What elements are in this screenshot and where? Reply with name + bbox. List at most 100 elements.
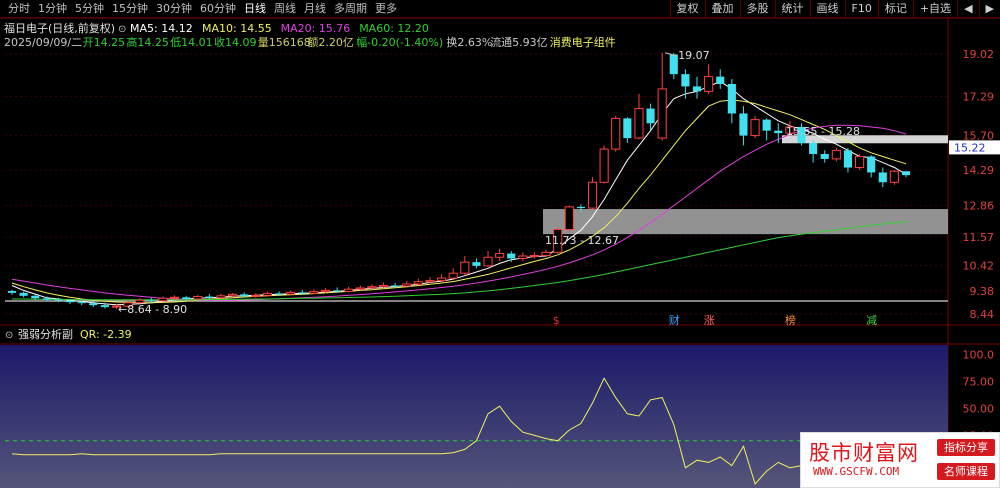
period-tab-7[interactable]: 周线 xyxy=(270,2,300,16)
candle-70[interactable] xyxy=(820,150,829,163)
candle-40[interactable] xyxy=(472,258,481,269)
toolbar-button-8[interactable]: ◀ xyxy=(957,0,978,18)
toolbar-button-3[interactable]: 统计 xyxy=(774,0,810,18)
candle-29[interactable] xyxy=(344,286,354,293)
price-axis-label-7: 9.38 xyxy=(970,285,995,298)
candle-51[interactable] xyxy=(599,145,609,184)
support-band xyxy=(543,209,948,235)
candle-52[interactable] xyxy=(611,115,621,152)
candlestick-series[interactable] xyxy=(7,52,911,310)
period-tab-8[interactable]: 月线 xyxy=(300,2,330,16)
candle-74[interactable] xyxy=(867,155,876,178)
candle-58[interactable] xyxy=(681,69,690,99)
period-tab-9[interactable]: 多周期 xyxy=(330,2,371,16)
candle-38[interactable] xyxy=(448,268,458,280)
toolbar-button-7[interactable]: +自选 xyxy=(912,0,957,18)
candle-body xyxy=(205,296,214,298)
candle-71[interactable] xyxy=(831,147,841,162)
candle-77[interactable] xyxy=(901,171,911,178)
candle-53[interactable] xyxy=(623,117,632,143)
period-tab-2[interactable]: 5分钟 xyxy=(71,2,108,16)
period-tab-10[interactable]: 更多 xyxy=(371,2,401,16)
candle-45[interactable] xyxy=(529,252,540,259)
event-marker-3[interactable]: 榜 xyxy=(785,313,796,327)
candle-50[interactable] xyxy=(587,177,598,210)
candle-13[interactable] xyxy=(158,296,168,302)
toolbar-button-2[interactable]: 多股 xyxy=(739,0,775,18)
chart-canvas[interactable]: $财涨榜减 20 19.0217.2915.7014.2912.8611.571… xyxy=(0,0,1000,488)
candle-62[interactable] xyxy=(727,79,736,124)
candle-65[interactable] xyxy=(762,118,771,141)
candle-63[interactable] xyxy=(739,106,748,146)
toolbar-button-4[interactable]: 画线 xyxy=(809,0,845,18)
candle-22[interactable] xyxy=(262,291,272,297)
candle-body xyxy=(704,76,714,92)
event-marker-1[interactable]: 财 xyxy=(669,313,680,327)
toolbar-button-1[interactable]: 叠加 xyxy=(704,0,740,18)
event-marker-0[interactable]: $ xyxy=(553,314,560,327)
event-marker-2[interactable]: 涨 xyxy=(704,314,715,327)
candle-body xyxy=(541,251,551,257)
candle-body xyxy=(425,280,435,283)
candle-60[interactable] xyxy=(704,64,714,94)
candle-44[interactable] xyxy=(518,252,528,261)
toolbar-button-9[interactable]: ▶ xyxy=(978,0,1000,18)
candle-27[interactable] xyxy=(320,287,331,293)
candle-body xyxy=(309,291,319,294)
candle-18[interactable] xyxy=(216,293,226,300)
info-item-8: 换2.63% xyxy=(446,35,492,49)
toolbar-button-0[interactable]: 复权 xyxy=(669,0,705,18)
period-tab-0[interactable]: 分时 xyxy=(4,2,34,16)
candle-26[interactable] xyxy=(309,289,319,295)
candle-21[interactable] xyxy=(251,293,261,298)
candle-48[interactable] xyxy=(564,205,574,232)
candle-body xyxy=(634,108,644,139)
candle-body xyxy=(472,262,481,266)
candle-body xyxy=(413,281,423,285)
candle-0[interactable] xyxy=(7,289,17,295)
candle-34[interactable] xyxy=(402,281,412,287)
ma-line-ma5 xyxy=(11,80,907,306)
event-marker-4[interactable]: 减 xyxy=(866,314,877,327)
candle-32[interactable] xyxy=(378,282,389,288)
candle-56[interactable] xyxy=(657,52,667,141)
period-tab-6[interactable]: 日线 xyxy=(240,2,270,16)
ma-legend-3: MA60: 12.20 xyxy=(359,22,429,35)
period-tab-1[interactable]: 1分钟 xyxy=(34,2,71,16)
candle-54[interactable] xyxy=(634,93,644,140)
period-tab-3[interactable]: 15分钟 xyxy=(108,2,152,16)
candle-16[interactable] xyxy=(193,294,203,300)
toolbar-button-6[interactable]: 标记 xyxy=(877,0,913,18)
candle-body xyxy=(367,286,377,289)
candle-36[interactable] xyxy=(425,276,435,284)
indicator-settings-icon: ⊙ xyxy=(5,330,13,341)
candle-1[interactable] xyxy=(19,291,28,298)
candle-76[interactable] xyxy=(889,169,899,185)
stock-chart-app: $财涨榜减 20 19.0217.2915.7014.2912.8611.571… xyxy=(0,0,1000,488)
candle-body xyxy=(507,253,516,259)
period-tab-5[interactable]: 60分钟 xyxy=(196,2,240,16)
period-tab-4[interactable]: 30分钟 xyxy=(152,2,196,16)
band-lower-label: 11.73 - 12.67 xyxy=(545,234,619,247)
candle-59[interactable] xyxy=(692,76,702,99)
candle-body xyxy=(89,303,98,306)
candle-body xyxy=(657,88,667,139)
candle-42[interactable] xyxy=(495,248,505,261)
candle-30[interactable] xyxy=(355,285,365,291)
candle-41[interactable] xyxy=(483,251,493,268)
candle-57[interactable] xyxy=(669,52,678,80)
candle-37[interactable] xyxy=(437,274,447,282)
chart-labels: 19.07 ←8.64 - 8.90 15.55 - 15.28 11.73 - 12… xyxy=(4,21,860,341)
candle-24[interactable] xyxy=(286,290,296,296)
candle-72[interactable] xyxy=(843,147,853,173)
candle-39[interactable] xyxy=(460,256,470,276)
candle-body xyxy=(576,206,585,209)
candle-69[interactable] xyxy=(809,140,818,163)
candle-73[interactable] xyxy=(854,154,865,170)
ma-legend-2: MA20: 15.76 xyxy=(281,22,351,35)
candle-64[interactable] xyxy=(750,115,760,139)
candle-35[interactable] xyxy=(413,278,423,286)
candle-31[interactable] xyxy=(367,284,377,290)
toolbar-button-5[interactable]: F10 xyxy=(844,0,878,18)
candle-61[interactable] xyxy=(716,69,725,89)
